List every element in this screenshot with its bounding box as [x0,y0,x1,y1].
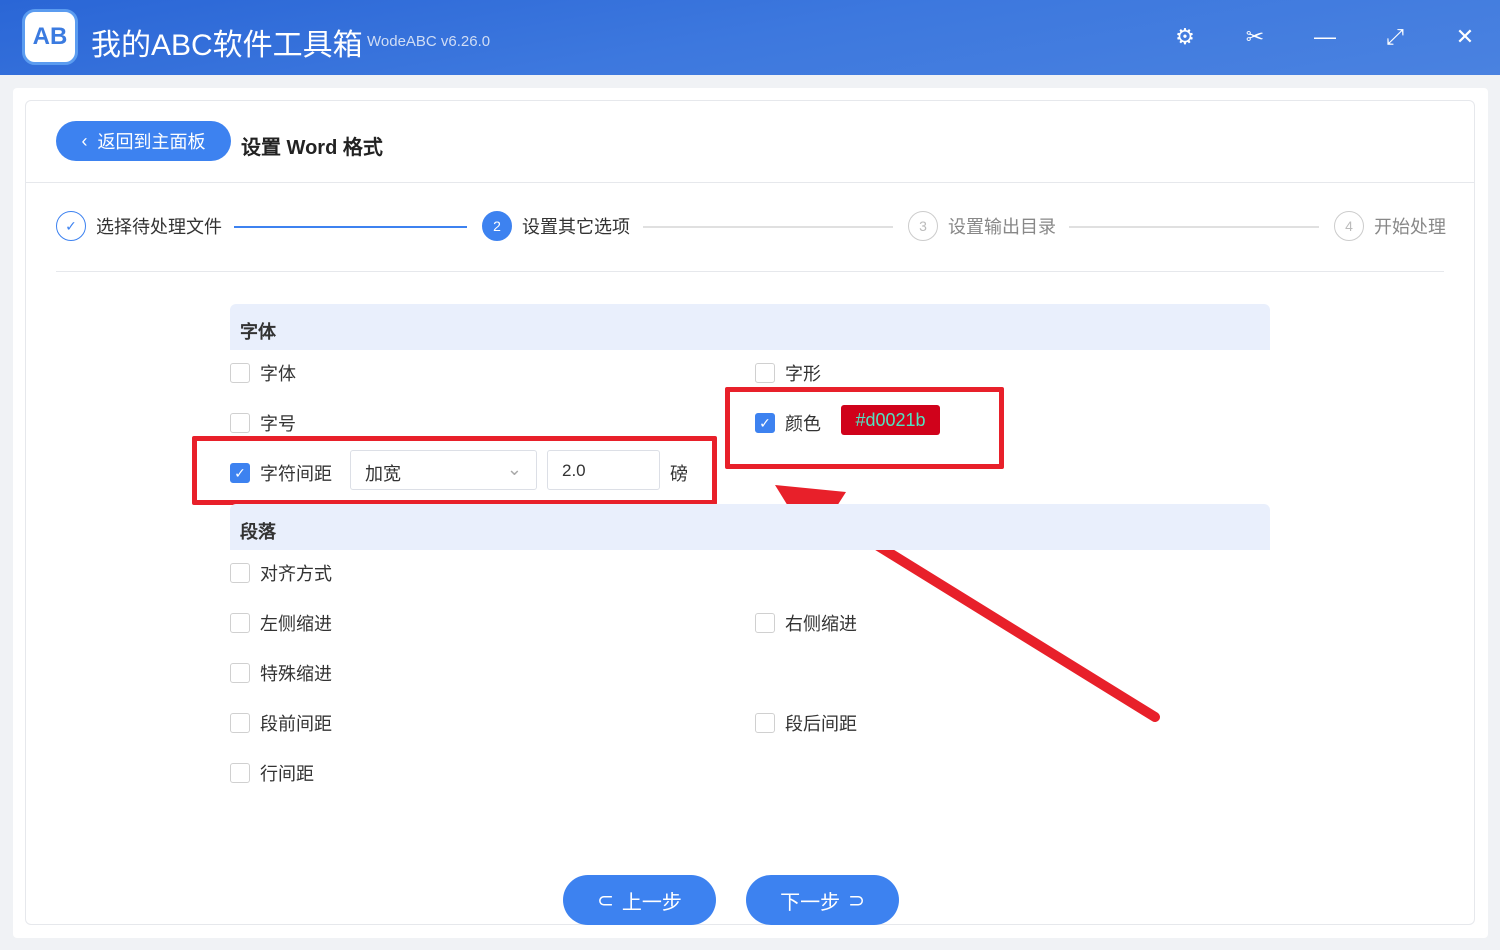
checkbox[interactable] [755,613,775,633]
line-spacing-option[interactable]: 行间距 [230,760,314,786]
option-label: 左侧缩进 [260,614,332,634]
option-label: 对齐方式 [260,564,332,584]
option-label: 段前间距 [260,714,332,734]
checkbox[interactable] [230,763,250,783]
checkbox[interactable] [230,713,250,733]
prev-label: 上一步 [621,891,682,914]
space-before-option[interactable]: 段前间距 [230,710,332,736]
option-label: 特殊缩进 [260,664,332,684]
option-label: 右侧缩进 [785,614,857,634]
prev-button[interactable]: ⊂ 上一步 [563,875,716,925]
space-after-option[interactable]: 段后间距 [755,710,857,736]
paragraph-section-header: 段落 [230,504,1270,550]
chevron-left-circle-icon: ⊂ [597,889,614,912]
align-option[interactable]: 对齐方式 [230,560,332,586]
checkbox[interactable] [755,713,775,733]
left-indent-option[interactable]: 左侧缩进 [230,610,332,636]
right-indent-option[interactable]: 右侧缩进 [755,610,857,636]
checkbox[interactable] [230,613,250,633]
checkbox[interactable] [230,563,250,583]
chevron-right-circle-icon: ⊃ [848,889,865,912]
arrow-annotation [775,485,1160,722]
next-button[interactable]: 下一步 ⊃ [746,875,899,925]
next-label: 下一步 [780,891,841,914]
checkbox[interactable] [230,663,250,683]
option-label: 段后间距 [785,714,857,734]
option-label: 行间距 [260,764,314,784]
special-indent-option[interactable]: 特殊缩进 [230,660,332,686]
